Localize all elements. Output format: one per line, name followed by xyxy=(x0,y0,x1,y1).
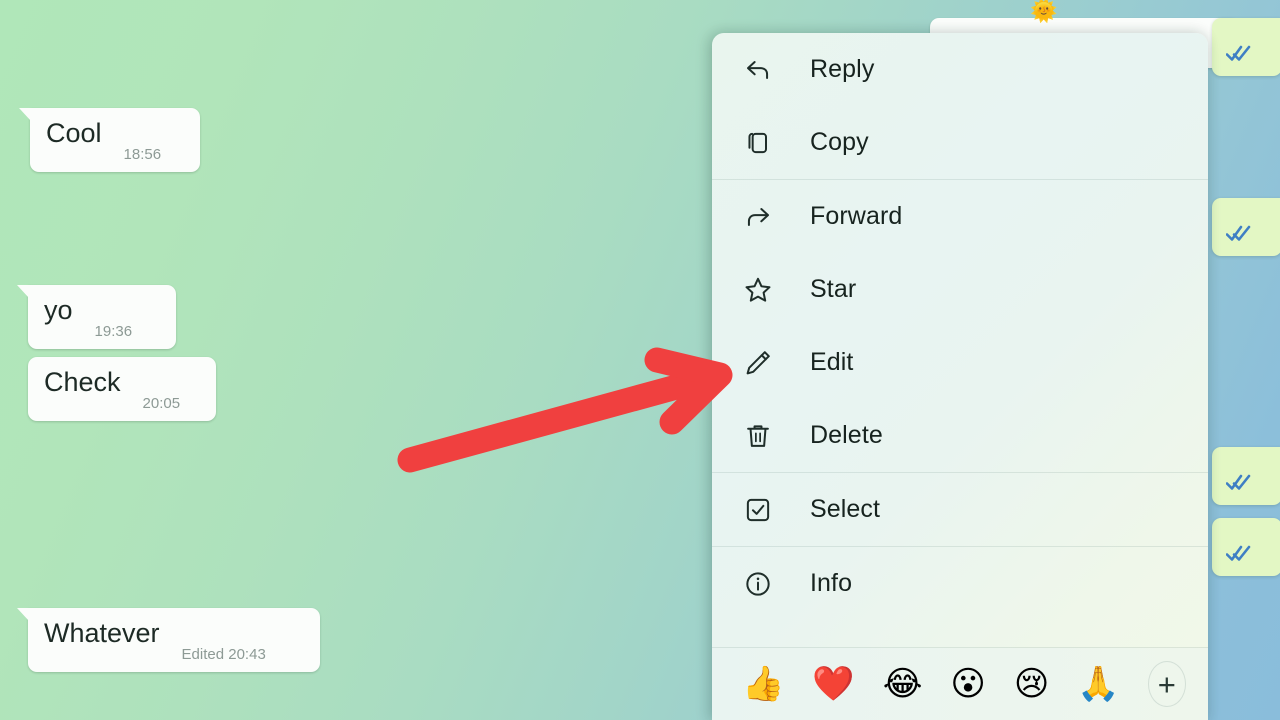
menu-group-select: Select xyxy=(712,473,1208,546)
partial-emoji-reaction: 🌞 xyxy=(1030,0,1058,23)
menu-item-select[interactable]: Select xyxy=(712,473,1208,546)
menu-item-label: Info xyxy=(810,569,853,597)
double-check-icon xyxy=(1226,45,1251,61)
message-context-menu: Reply Copy Forward Star Edit Delete Sele… xyxy=(712,33,1208,720)
menu-item-label: Forward xyxy=(810,202,903,230)
message-edited-timestamp: Edited 20:43 xyxy=(181,646,266,663)
message-timestamp: 19:36 xyxy=(94,323,133,340)
menu-group-primary: Reply Copy xyxy=(712,33,1208,179)
message-bubble-incoming[interactable]: yo 19:36 xyxy=(17,285,176,349)
menu-group-info: Info xyxy=(712,547,1208,620)
menu-item-label: Select xyxy=(810,495,881,523)
menu-item-label: Copy xyxy=(810,128,869,156)
reaction-red-heart-icon[interactable]: ❤️ xyxy=(812,667,854,701)
menu-group-actions: Forward Star Edit Delete xyxy=(712,180,1208,472)
star-icon xyxy=(741,273,775,307)
double-check-icon xyxy=(1226,225,1251,241)
app-screen: Cool 18:56 yo 19:36 Check 20:05 Whatever… xyxy=(0,0,1280,720)
double-check-icon xyxy=(1226,474,1251,490)
reply-arrow-icon xyxy=(741,53,775,87)
info-circle-icon xyxy=(741,567,775,601)
message-text: Check xyxy=(44,367,121,397)
message-text: Cool xyxy=(46,118,102,148)
message-timestamp: 18:56 xyxy=(123,146,162,163)
annotation-arrow-icon xyxy=(397,347,733,473)
reaction-face-with-open-mouth-icon[interactable]: 😮 xyxy=(950,667,985,701)
message-timestamp: 20:05 xyxy=(142,395,181,412)
menu-item-delete[interactable]: Delete xyxy=(712,399,1208,472)
reaction-folded-hands-icon[interactable]: 🙏 xyxy=(1077,667,1119,701)
trash-icon xyxy=(741,419,775,453)
reaction-thumbs-up-icon[interactable]: 👍 xyxy=(742,667,784,701)
reaction-face-with-tears-of-joy-icon[interactable]: 😂 xyxy=(883,667,923,701)
reaction-crying-face-icon[interactable]: 😢 xyxy=(1014,667,1049,701)
message-bubble-outgoing[interactable] xyxy=(1212,447,1280,505)
pencil-icon xyxy=(741,346,775,380)
double-check-icon xyxy=(1226,545,1251,561)
message-text: yo xyxy=(44,295,73,325)
checkbox-icon xyxy=(741,493,775,527)
message-text: Whatever xyxy=(44,618,160,648)
add-reaction-button[interactable]: + xyxy=(1147,661,1186,707)
menu-item-label: Delete xyxy=(810,421,883,449)
menu-item-info[interactable]: Info xyxy=(712,547,1208,620)
menu-item-forward[interactable]: Forward xyxy=(712,180,1208,253)
menu-item-label: Edit xyxy=(810,348,854,376)
message-bubble-outgoing[interactable] xyxy=(1212,198,1280,256)
emoji-reaction-bar: 👍 ❤️ 😂 😮 😢 🙏 + xyxy=(712,648,1208,720)
menu-item-reply[interactable]: Reply xyxy=(712,33,1208,106)
menu-item-label: Star xyxy=(810,275,857,303)
menu-item-label: Reply xyxy=(810,55,875,83)
message-bubble-outgoing[interactable] xyxy=(1212,18,1280,76)
copy-icon xyxy=(741,126,775,160)
message-bubble-outgoing[interactable] xyxy=(1212,518,1280,576)
message-bubble-incoming[interactable]: Cool 18:56 xyxy=(19,108,200,172)
menu-item-edit[interactable]: Edit xyxy=(712,326,1208,399)
menu-item-copy[interactable]: Copy xyxy=(712,106,1208,179)
message-bubble-incoming[interactable]: Check 20:05 xyxy=(28,357,216,421)
message-bubble-incoming[interactable]: Whatever Edited 20:43 xyxy=(17,608,320,672)
menu-item-star[interactable]: Star xyxy=(712,253,1208,326)
forward-arrow-icon xyxy=(741,200,775,234)
